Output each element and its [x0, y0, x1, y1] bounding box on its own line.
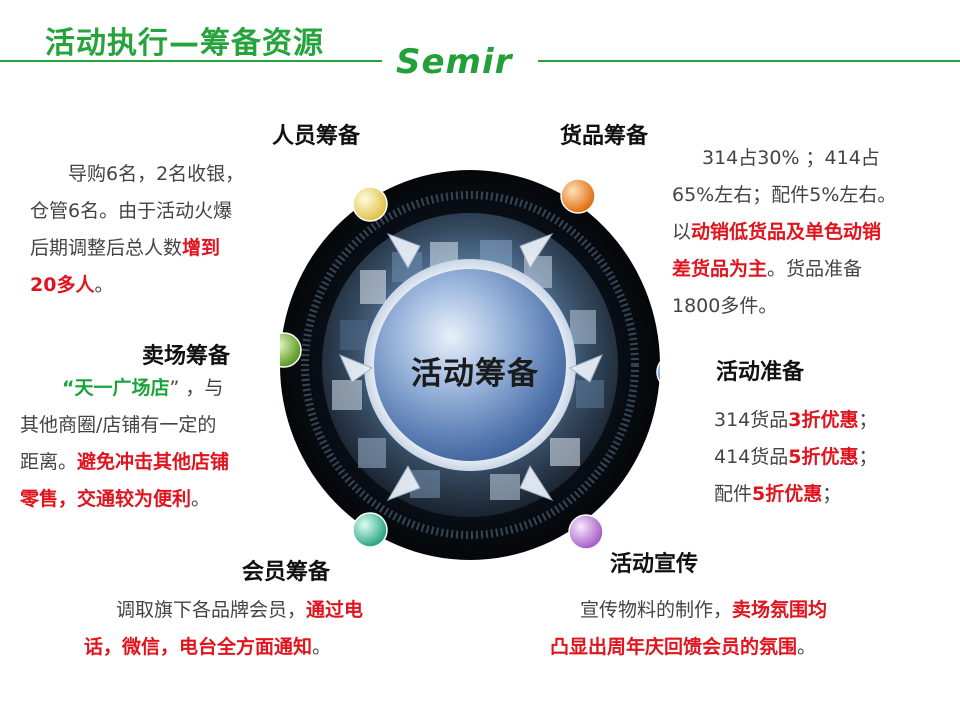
highlight-text: 差货品为主 [672, 258, 768, 280]
highlight-text: 话，微信，电台全方面通知 [84, 636, 313, 658]
text-span: 。 [797, 636, 817, 658]
text-span: 配件 [714, 483, 753, 505]
page-title: 活动执行—筹备资源 [45, 26, 324, 61]
text-line: 仓管6名。由于活动火爆 [30, 200, 233, 222]
text-line: 导购6名，2名收银， [68, 163, 245, 185]
text-span: “ [62, 377, 75, 399]
brand-logo: Semir [396, 42, 513, 82]
section-body-member: 调取旗下各品牌会员，通过电 话，微信，电台全方面通知。 [84, 592, 464, 666]
text-span: 以 [672, 221, 692, 243]
text-line: 凸显出周年庆回馈会员的氛围。 [550, 629, 950, 666]
text-line: 1800多件。 [672, 295, 778, 317]
section-title-prep: 活动准备 [716, 360, 805, 385]
text-span: ； [858, 446, 878, 468]
text-span: 后期调整后总人数 [30, 237, 183, 259]
text-span: 314货品 [714, 409, 789, 431]
section-body-promo: 宣传物料的制作，卖场氛围均 凸显出周年庆回馈会员的氛围。 [550, 592, 950, 666]
highlight-text: 5折优惠 [752, 483, 823, 505]
highlight-text: 动销低货品及单色动销 [691, 221, 882, 243]
text-span: 414货品 [714, 446, 789, 468]
text-line: 话，微信，电台全方面通知。 [84, 629, 464, 666]
center-title: 活动筹备 [411, 356, 539, 392]
highlight-text: 避免冲击其他店铺 [77, 451, 230, 473]
dot-icon [560, 178, 596, 214]
highlight-text: 增到 [182, 237, 221, 259]
text-span: 。货品准备 [767, 258, 863, 280]
section-body-goods: 314占30% ；414占 65%左右；配件5%左右。 以动销低货品及单色动销 … [672, 140, 952, 325]
text-line: 配件5折优惠； [714, 476, 954, 513]
section-body-staff: 导购6名，2名收银， 仓管6名。由于活动火爆 后期调整后总人数增到 20多人。 [30, 156, 310, 304]
text-line: 以动销低货品及单色动销 [672, 214, 952, 251]
text-span: ” ，与 [169, 377, 224, 399]
text-line: “天一广场店” ，与 [20, 370, 300, 407]
section-title-promo: 活动宣传 [610, 552, 699, 577]
dot-icon [568, 514, 604, 550]
highlight-text: 3折优惠 [788, 409, 859, 431]
text-line: 调取旗下各品牌会员，通过电 [84, 592, 464, 629]
highlight-text: 天一广场店 [74, 377, 170, 399]
text-line: 距离。避免冲击其他店铺 [20, 444, 300, 481]
text-line: 20多人。 [30, 267, 310, 304]
highlight-text: 卖场氛围均 [732, 599, 828, 621]
section-title-venue: 卖场筹备 [142, 344, 231, 369]
highlight-text: 20多人 [30, 274, 95, 296]
text-line: 314货品3折优惠； [714, 402, 954, 439]
text-line: 差货品为主。货品准备 [672, 251, 952, 288]
text-line: 零售，交通较为便利。 [20, 481, 300, 518]
text-span: ； [858, 409, 878, 431]
text-line: 65%左右；配件5%左右。 [672, 184, 897, 206]
text-span: 。 [191, 488, 211, 510]
text-span: 宣传物料的制作， [580, 599, 733, 621]
text-span: 。 [312, 636, 332, 658]
text-line: 其他商圈/店铺有一定的 [20, 414, 217, 436]
dot-icon [352, 512, 388, 548]
section-body-venue: “天一广场店” ，与 其他商圈/店铺有一定的 距离。避免冲击其他店铺 零售，交通… [20, 370, 300, 518]
dot-icon [352, 186, 388, 222]
highlight-text: 零售，交通较为便利 [20, 488, 192, 510]
text-line: 后期调整后总人数增到 [30, 230, 310, 267]
highlight-text: 凸显出周年庆回馈会员的氛围 [550, 636, 798, 658]
text-span: 。 [94, 274, 114, 296]
section-title-goods: 货品筹备 [560, 124, 649, 149]
text-span: 距离。 [20, 451, 78, 473]
section-title-member: 会员筹备 [242, 560, 331, 585]
text-line: 414货品5折优惠； [714, 439, 954, 476]
text-line: 314占30% ；414占 [702, 147, 880, 169]
section-body-prep: 314货品3折优惠； 414货品5折优惠； 配件5折优惠； [714, 402, 954, 513]
text-span: ； [822, 483, 842, 505]
section-title-staff: 人员筹备 [272, 124, 361, 149]
text-span: 调取旗下各品牌会员， [116, 599, 307, 621]
highlight-text: 5折优惠 [788, 446, 859, 468]
highlight-text: 通过电 [306, 599, 364, 621]
text-line: 宣传物料的制作，卖场氛围均 [550, 592, 950, 629]
